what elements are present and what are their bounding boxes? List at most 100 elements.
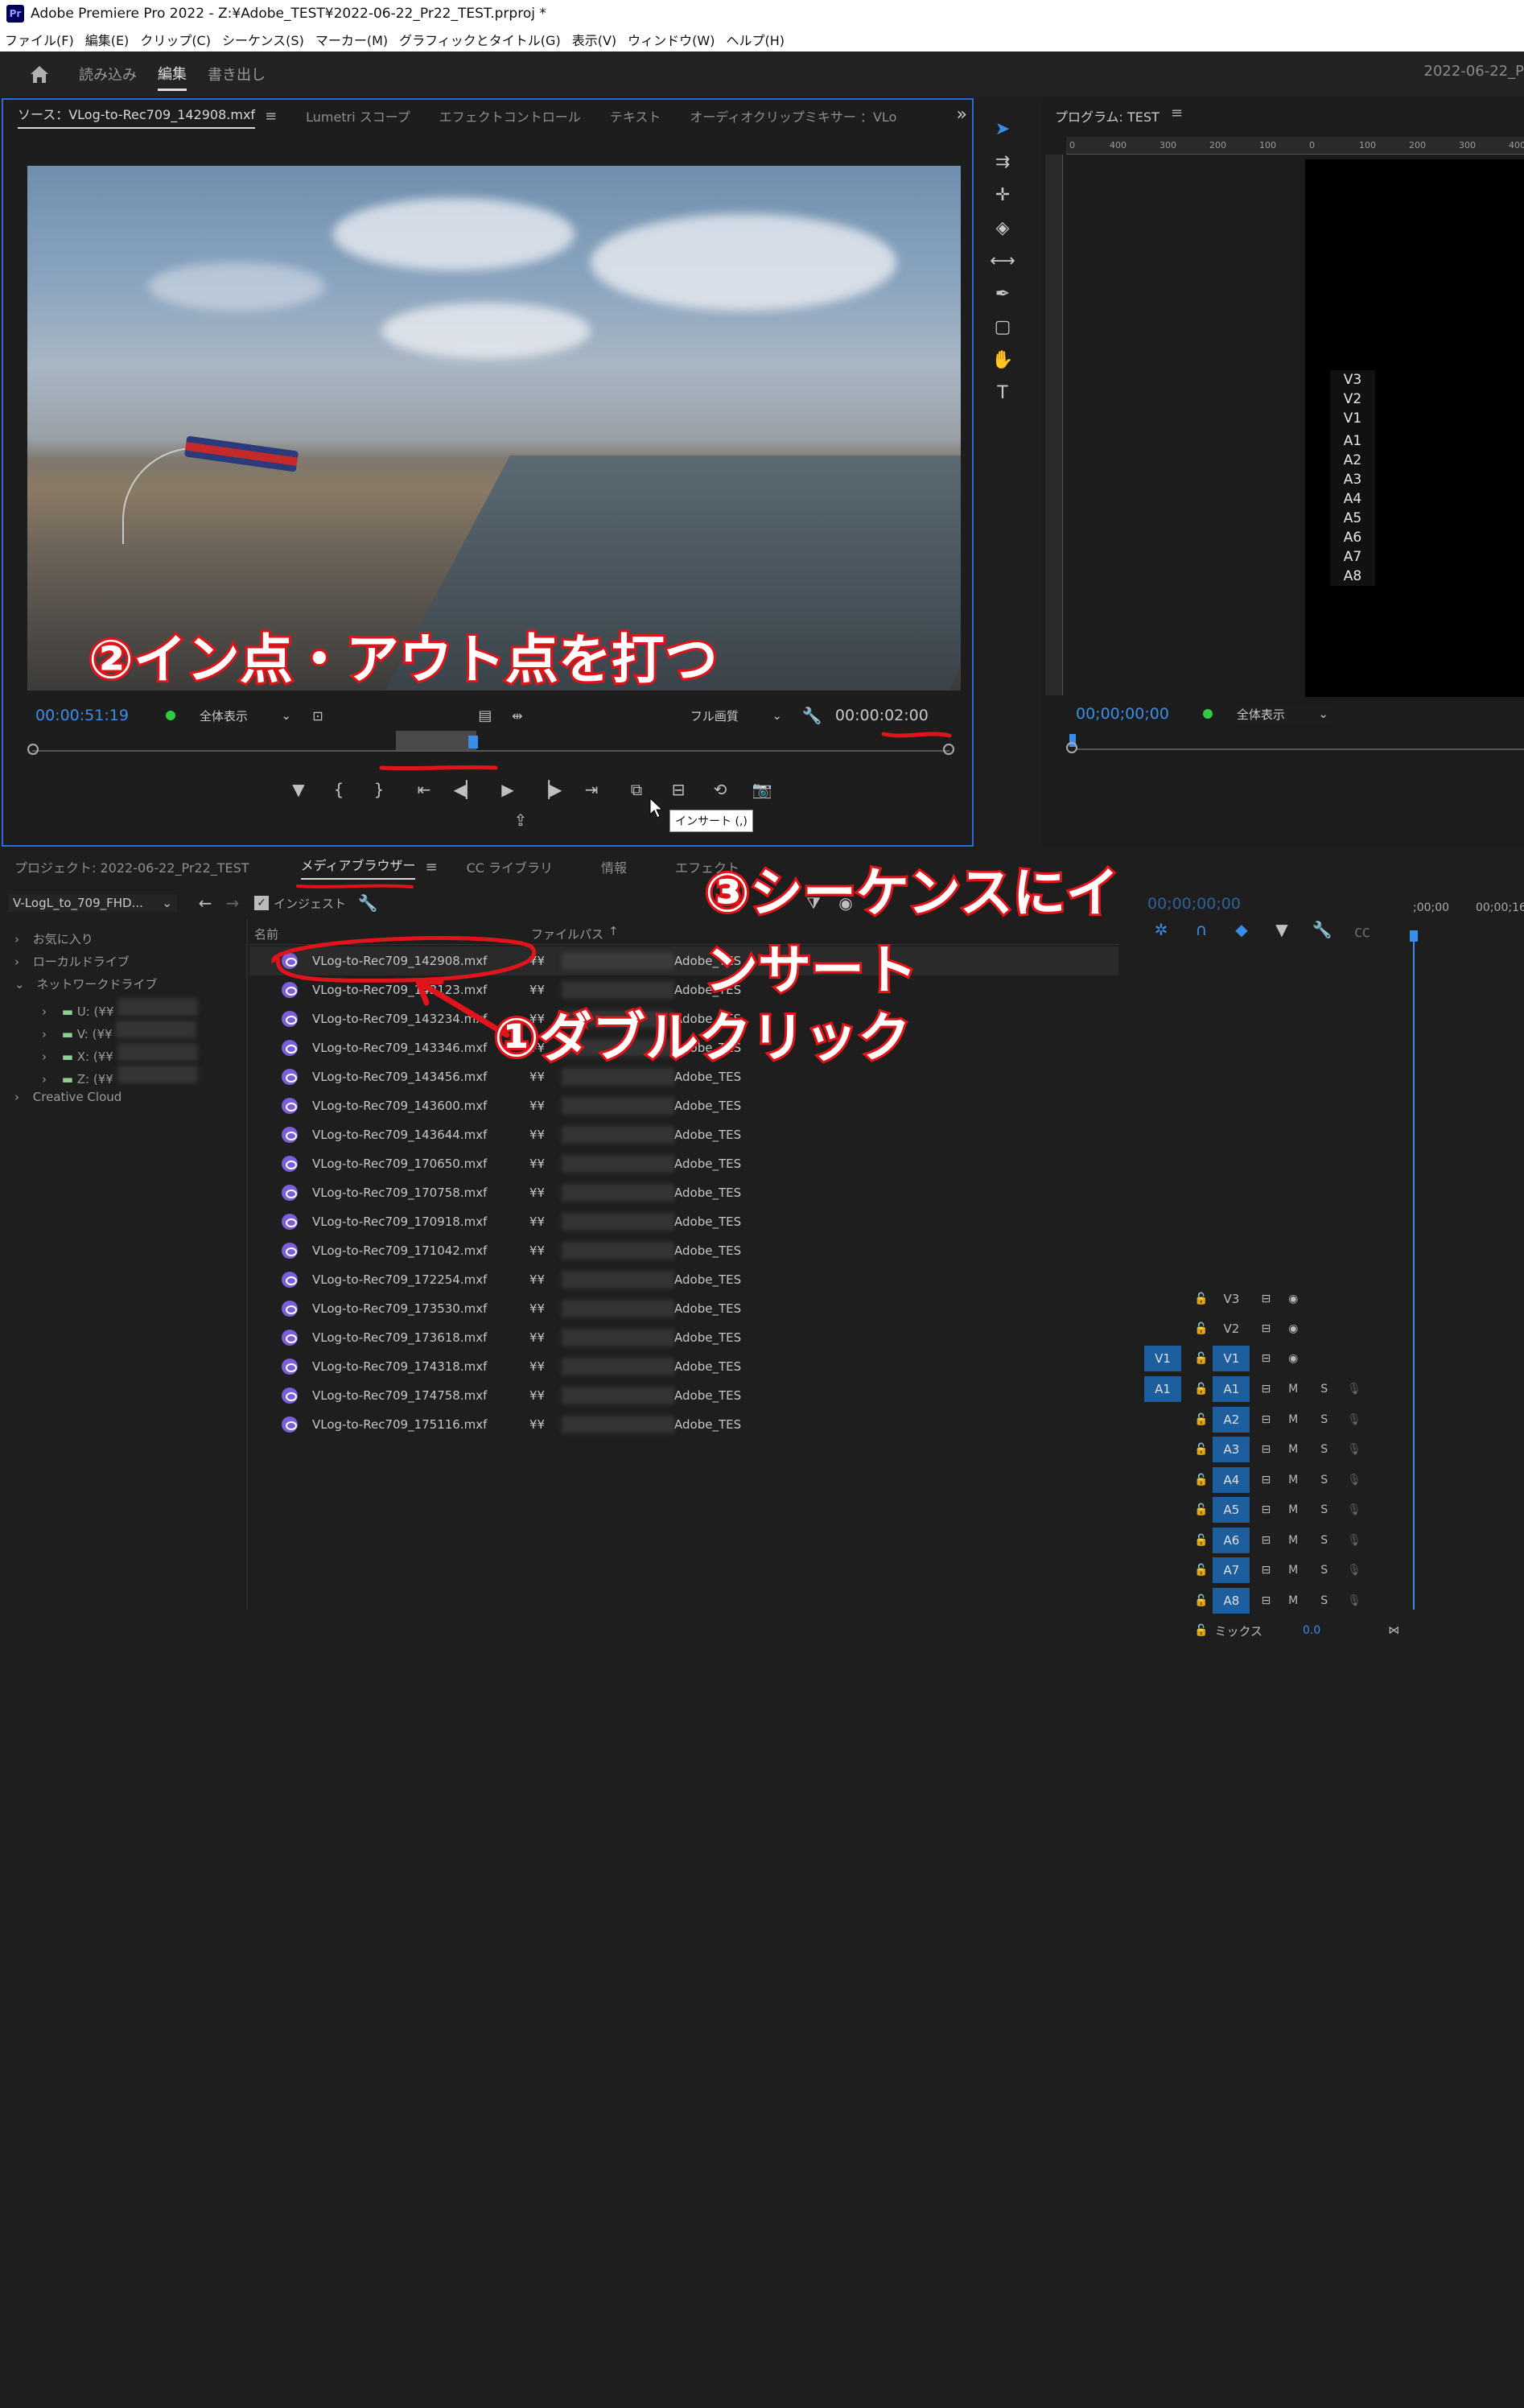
mute-button[interactable]: M xyxy=(1288,1503,1298,1516)
source-current-timecode[interactable]: 00:00:51:19 xyxy=(35,707,129,724)
microphone-icon[interactable]: 🎙 xyxy=(1347,1383,1361,1396)
audio-track-header[interactable]: 🔓 A4 ⊟ M S 🎙 xyxy=(1128,1466,1524,1495)
insert-icon[interactable]: ⧉ xyxy=(623,777,650,802)
track-select-tool-icon[interactable]: ⇉ xyxy=(986,146,1019,178)
sync-lock-icon[interactable]: ⊟ xyxy=(1261,1534,1271,1547)
sync-lock-icon[interactable]: ⊟ xyxy=(1261,1443,1271,1456)
source-playhead[interactable] xyxy=(468,736,478,748)
file-row[interactable]: VLog-to-Rec709_170758.mxf ¥¥ Adobe_TES xyxy=(249,1178,1118,1207)
microphone-icon[interactable]: 🎙 xyxy=(1347,1503,1361,1516)
settings-toggle-icon[interactable]: ⊡ xyxy=(304,703,332,728)
program-timecode[interactable]: 00;00;00;00 xyxy=(1076,705,1169,723)
lock-icon[interactable]: 🔓 xyxy=(1194,1624,1208,1637)
menu-marker[interactable]: マーカー(M) xyxy=(315,30,388,49)
audio-track-header[interactable]: 🔓 A3 ⊟ M S 🎙 xyxy=(1128,1435,1524,1464)
sync-lock-icon[interactable]: ⊟ xyxy=(1261,1474,1271,1486)
panel-menu-icon[interactable]: ≡ xyxy=(1171,105,1183,122)
sync-lock-icon[interactable]: ⊟ xyxy=(1261,1564,1271,1577)
microphone-icon[interactable]: 🎙 xyxy=(1347,1594,1361,1607)
mix-value[interactable]: 0.0 xyxy=(1303,1624,1320,1637)
solo-button[interactable]: S xyxy=(1320,1534,1328,1547)
file-row[interactable]: VLog-to-Rec709_143644.mxf ¥¥ Adobe_TES xyxy=(249,1120,1118,1149)
microphone-icon[interactable]: 🎙 xyxy=(1347,1413,1361,1426)
nest-toggle-icon[interactable]: ✲ xyxy=(1147,917,1175,942)
tree-creative-cloud[interactable]: › Creative Cloud xyxy=(14,1090,122,1104)
source-zoom-dropdown[interactable]: 全体表示 ⌄ xyxy=(194,705,296,726)
menu-sequence[interactable]: シーケンス(S) xyxy=(222,30,304,49)
solo-button[interactable]: S xyxy=(1320,1564,1328,1577)
file-row[interactable]: VLog-to-Rec709_173618.mxf ¥¥ Adobe_TES xyxy=(249,1323,1118,1352)
tree-drive-v[interactable]: › ▬ V: (¥¥ xyxy=(42,1021,197,1041)
eye-icon[interactable]: ◉ xyxy=(1288,1322,1298,1335)
file-row[interactable]: VLog-to-Rec709_174758.mxf ¥¥ Adobe_TES xyxy=(249,1381,1118,1410)
go-to-end-icon[interactable]: ⋈ xyxy=(1388,1624,1399,1637)
microphone-icon[interactable]: 🎙 xyxy=(1347,1564,1361,1577)
tab-effect-controls[interactable]: エフェクトコントロール xyxy=(439,106,581,126)
audio-track-header[interactable]: 🔓 A5 ⊟ M S 🎙 xyxy=(1128,1495,1524,1524)
linked-selection-icon[interactable]: ◆ xyxy=(1228,917,1255,942)
mark-in-icon[interactable]: { xyxy=(325,777,352,802)
sync-lock-icon[interactable]: ⊟ xyxy=(1261,1413,1271,1426)
tab-cc-libraries[interactable]: CC ライブラリ xyxy=(467,857,553,876)
track-label[interactable]: V3 xyxy=(1213,1286,1250,1312)
lock-icon[interactable]: 🔓 xyxy=(1194,1474,1208,1486)
video-track-header[interactable]: 🔓 V2 ⊟ ◉ xyxy=(1128,1314,1524,1343)
lift-icon[interactable]: ⟲ xyxy=(706,777,734,802)
audio-track-header[interactable]: 🔓 A8 ⊟ M S 🎙 xyxy=(1128,1586,1524,1615)
lock-icon[interactable]: 🔓 xyxy=(1194,1594,1208,1607)
back-arrow-icon[interactable]: ← xyxy=(192,891,219,915)
snap-icon[interactable]: ∩ xyxy=(1188,917,1215,942)
pen-tool-icon[interactable]: ✒ xyxy=(986,278,1019,310)
workspace-tab-import[interactable]: 読み込み xyxy=(79,59,137,89)
wrench-icon[interactable]: 🔧 xyxy=(1308,917,1336,942)
menu-edit[interactable]: 編集(E) xyxy=(85,30,130,49)
timeline-timecode[interactable]: 00;00;00;00 xyxy=(1147,895,1241,913)
file-row[interactable]: VLog-to-Rec709_170650.mxf ¥¥ Adobe_TES xyxy=(249,1149,1118,1178)
type-tool-icon[interactable]: T xyxy=(986,377,1019,409)
in-out-range[interactable] xyxy=(396,731,476,750)
workspace-tab-edit[interactable]: 編集 xyxy=(158,58,187,91)
menu-clip[interactable]: クリップ(C) xyxy=(140,30,211,49)
mute-button[interactable]: M xyxy=(1288,1594,1298,1607)
file-row[interactable]: VLog-to-Rec709_173530.mxf ¥¥ Adobe_TES xyxy=(249,1294,1118,1323)
tab-audio-clip-mixer[interactable]: オーディオクリップミキサー ：VLo xyxy=(690,106,896,126)
tab-text[interactable]: テキスト xyxy=(610,106,661,126)
eye-icon[interactable]: ◉ xyxy=(1288,1352,1298,1365)
menu-graphics[interactable]: グラフィックとタイトル(G) xyxy=(399,30,561,49)
mark-out-icon[interactable]: } xyxy=(365,777,393,802)
ingest-checkbox[interactable]: ✓ xyxy=(254,896,269,910)
step-forward-icon[interactable]: ▕▶ xyxy=(536,777,563,802)
program-zoom-dropdown[interactable]: 全体表示 ⌄ xyxy=(1231,703,1333,724)
audio-track-header[interactable]: 🔓 A7 ⊟ M S 🎙 xyxy=(1128,1556,1524,1585)
eye-icon[interactable]: ◉ xyxy=(1288,1293,1298,1305)
solo-button[interactable]: S xyxy=(1320,1443,1328,1456)
sync-lock-icon[interactable]: ⊟ xyxy=(1261,1594,1271,1607)
camera-icon[interactable]: 📷 xyxy=(748,777,776,802)
menu-file[interactable]: ファイル(F) xyxy=(5,30,74,49)
source-patch-a1[interactable]: A1 xyxy=(1144,1376,1181,1402)
menu-view[interactable]: 表示(V) xyxy=(572,30,616,49)
go-to-in-icon[interactable]: ⇤ xyxy=(410,777,438,802)
file-row[interactable]: VLog-to-Rec709_174318.mxf ¥¥ Adobe_TES xyxy=(249,1352,1118,1381)
lock-icon[interactable]: 🔓 xyxy=(1194,1534,1208,1547)
track-label[interactable]: A3 xyxy=(1213,1437,1250,1462)
lock-icon[interactable]: 🔓 xyxy=(1194,1564,1208,1577)
menu-help[interactable]: ヘルプ(H) xyxy=(726,30,785,49)
track-label[interactable]: A4 xyxy=(1213,1466,1250,1493)
tree-favorites[interactable]: › お気に入り xyxy=(14,930,93,947)
drag-audio-icon[interactable]: ⇹ xyxy=(504,703,531,728)
solo-button[interactable]: S xyxy=(1320,1503,1328,1516)
lock-icon[interactable]: 🔓 xyxy=(1194,1503,1208,1516)
microphone-icon[interactable]: 🎙 xyxy=(1347,1443,1361,1456)
solo-button[interactable]: S xyxy=(1320,1594,1328,1607)
sync-lock-icon[interactable]: ⊟ xyxy=(1261,1293,1271,1305)
overwrite-icon[interactable]: ⊟ xyxy=(665,777,692,802)
export-frame-icon[interactable]: ⇪ xyxy=(507,808,534,832)
tree-network-drives[interactable]: ⌄ ネットワークドライブ xyxy=(14,975,157,992)
file-row[interactable]: VLog-to-Rec709_170918.mxf ¥¥ Adobe_TES xyxy=(249,1207,1118,1236)
panel-menu-icon[interactable]: ≡ xyxy=(425,859,437,876)
column-file-path[interactable]: ファイルパス xyxy=(531,926,603,942)
zoom-handle-right[interactable] xyxy=(943,744,954,755)
add-marker-icon[interactable]: ▼ xyxy=(285,777,312,802)
captions-icon[interactable]: ㏄ xyxy=(1349,917,1376,942)
